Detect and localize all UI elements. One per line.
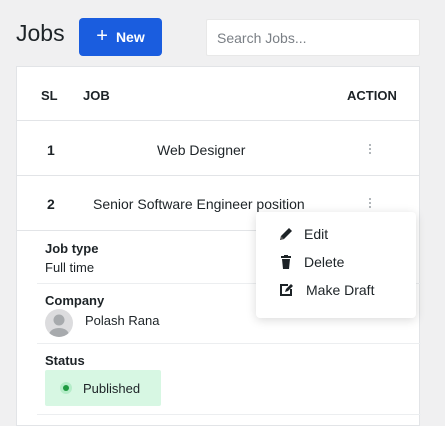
status-label: Status <box>45 353 85 368</box>
company-label: Company <box>45 293 105 308</box>
company-name: Polash Rana <box>85 313 160 328</box>
new-job-button[interactable]: + New <box>79 18 162 56</box>
row-divider <box>17 230 277 231</box>
detail-divider <box>37 414 421 415</box>
pencil-icon <box>278 226 294 242</box>
user-avatar-icon <box>49 314 69 337</box>
kebab-menu-icon[interactable] <box>365 141 375 157</box>
status-dot-icon <box>63 385 69 391</box>
row-action-menu: Edit Delete Make Draft <box>256 212 416 318</box>
job-type-label: Job type <box>45 241 99 256</box>
status-value: Published <box>83 380 141 396</box>
table-header: SL JOB ACTION <box>17 67 419 121</box>
menu-item-label: Make Draft <box>306 282 375 298</box>
detail-divider <box>37 343 421 344</box>
column-header-action: ACTION <box>347 88 397 103</box>
avatar <box>45 309 73 337</box>
row-job-title: Senior Software Engineer position <box>93 196 305 212</box>
menu-item-edit[interactable]: Edit <box>278 224 328 244</box>
column-header-job: JOB <box>83 88 110 103</box>
menu-item-make-draft[interactable]: Make Draft <box>278 280 374 300</box>
column-header-sl: SL <box>41 88 58 103</box>
row-sl: 1 <box>47 142 55 158</box>
search-input[interactable] <box>206 19 420 56</box>
plus-icon: + <box>96 25 108 47</box>
menu-item-delete[interactable]: Delete <box>278 252 344 272</box>
menu-item-label: Edit <box>304 226 329 242</box>
kebab-menu-icon[interactable] <box>365 195 375 211</box>
status-badge: Published <box>45 370 161 406</box>
page-title: Jobs <box>16 20 65 46</box>
row-sl: 2 <box>47 196 55 212</box>
edit-square-icon <box>278 282 294 298</box>
row-job-title: Web Designer <box>157 142 246 158</box>
job-type-value: Full time <box>45 260 95 275</box>
trash-icon <box>278 254 294 270</box>
menu-item-label: Delete <box>304 254 345 270</box>
table-row[interactable]: 1 Web Designer <box>17 121 419 176</box>
new-button-label: New <box>115 29 145 45</box>
